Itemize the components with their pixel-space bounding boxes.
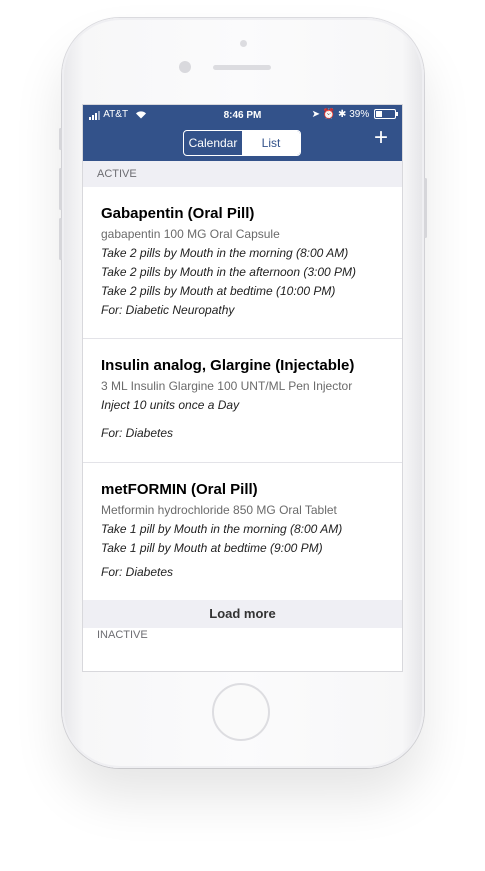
home-button[interactable]	[212, 683, 270, 741]
tab-list[interactable]: List	[242, 131, 300, 155]
dose-instruction: Take 1 pill by Mouth at bedtime (9:00 PM…	[101, 541, 323, 555]
earpiece-speaker	[213, 65, 271, 70]
medication-detail: 3 ML Insulin Glargine 100 UNT/ML Pen Inj…	[101, 379, 353, 393]
medication-name: Insulin analog, Glargine (Injectable)	[101, 357, 355, 374]
volume-down-button	[59, 218, 62, 260]
app-screen: AT&T 8:46 PM ➤ ⏰ ✱ 39% Calendar List + A…	[83, 105, 402, 671]
bluetooth-icon: ✱	[338, 109, 347, 120]
medication-indication: For: Diabetes	[101, 426, 174, 440]
status-right: ➤ ⏰ ✱ 39%	[311, 109, 398, 120]
section-header-inactive: INACTIVE	[97, 629, 148, 641]
medication-card[interactable]: Insulin analog, Glargine (Injectable) 3 …	[83, 339, 402, 463]
proximity-sensor	[240, 40, 247, 47]
volume-up-button	[59, 168, 62, 210]
dose-instruction: Take 2 pills by Mouth in the morning (8:…	[101, 246, 349, 260]
medication-name: Gabapentin (Oral Pill)	[101, 205, 255, 222]
nav-header: AT&T 8:46 PM ➤ ⏰ ✱ 39% Calendar List +	[83, 105, 402, 161]
medication-name: metFORMIN (Oral Pill)	[101, 481, 258, 498]
medication-card[interactable]: metFORMIN (Oral Pill) Metformin hydrochl…	[83, 463, 402, 600]
medication-detail: Metformin hydrochloride 850 MG Oral Tabl…	[101, 503, 337, 517]
dose-instruction: Take 2 pills by Mouth at bedtime (10:00 …	[101, 284, 336, 298]
section-header-active: ACTIVE	[83, 161, 402, 187]
view-toggle: Calendar List	[183, 130, 301, 156]
dose-instruction: Inject 10 units once a Day	[101, 398, 240, 412]
battery-percent: 39%	[349, 109, 370, 120]
load-more-button[interactable]: Load more	[83, 600, 402, 628]
dose-instruction: Take 2 pills by Mouth in the afternoon (…	[101, 265, 357, 279]
location-icon: ➤	[311, 109, 321, 120]
battery-icon	[374, 109, 398, 120]
medication-indication: For: Diabetes	[101, 565, 174, 579]
medication-indication: For: Diabetic Neuropathy	[101, 303, 235, 317]
add-icon[interactable]: +	[370, 126, 392, 150]
alarm-icon: ⏰	[322, 109, 336, 120]
front-camera-icon	[179, 61, 191, 73]
power-button	[424, 178, 427, 238]
dose-instruction: Take 1 pill by Mouth in the morning (8:0…	[101, 522, 343, 536]
medication-detail: gabapentin 100 MG Oral Capsule	[101, 227, 280, 241]
tab-calendar[interactable]: Calendar	[184, 131, 242, 155]
mute-switch	[59, 128, 62, 150]
medication-card[interactable]: Gabapentin (Oral Pill) gabapentin 100 MG…	[83, 187, 402, 339]
